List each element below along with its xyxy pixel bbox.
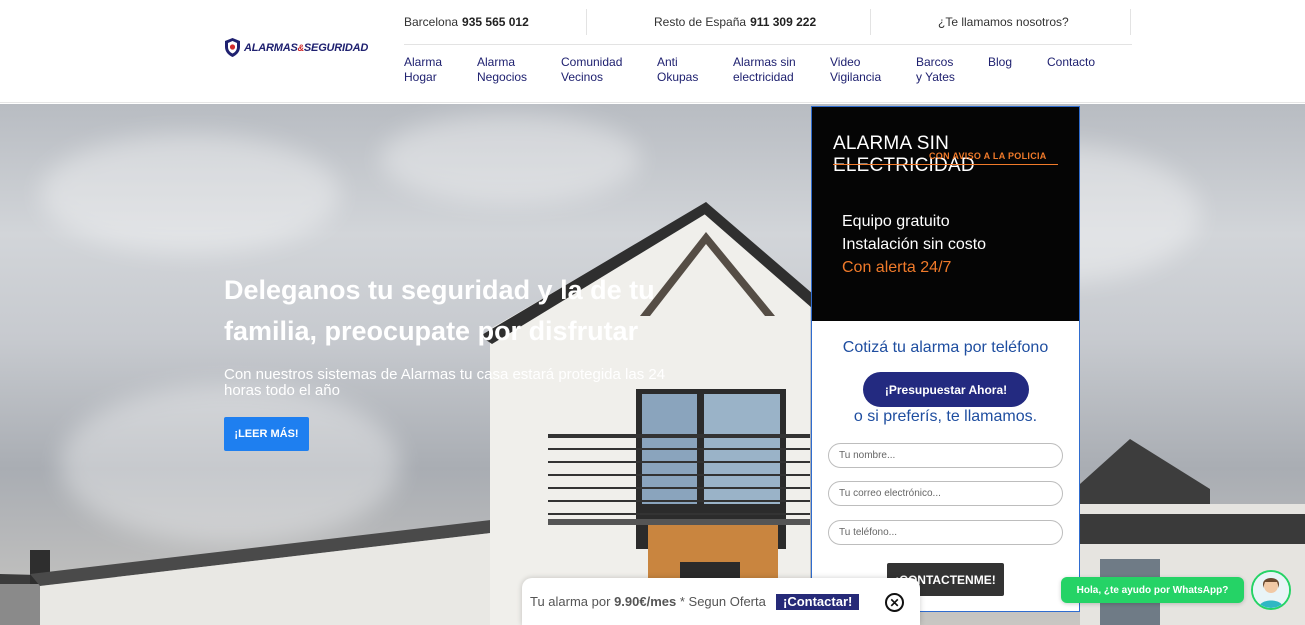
offer-text: Tu alarma por 9.90€/mes * Segun Oferta	[530, 594, 766, 609]
site-header: ALARMAS&SEGURIDAD Barcelona 935 565 012 R…	[0, 0, 1305, 103]
nav-barcos-yates[interactable]: Barcos y Yates	[916, 55, 955, 85]
close-icon[interactable]: ✕	[885, 593, 904, 612]
agent-avatar-icon	[1253, 572, 1289, 608]
quote-panel: ALARMA SIN ELECTRICIDAD CON AVISO A LA P…	[811, 106, 1080, 612]
main-nav: Alarma Hogar Alarma Negocios Comunidad Veci…	[0, 55, 1305, 89]
barcelona-phone[interactable]: Barcelona 935 565 012	[404, 9, 587, 35]
phone-field[interactable]	[828, 520, 1063, 545]
nav-anti-okupas[interactable]: Anti Okupas	[657, 55, 698, 85]
promo-banner: ALARMA SIN ELECTRICIDAD CON AVISO A LA P…	[812, 107, 1079, 321]
nav-alarmas-sin-electricidad[interactable]: Alarmas sin electricidad	[733, 55, 796, 85]
spain-phone[interactable]: Resto de España 911 309 222	[587, 9, 871, 35]
banner-divider	[833, 164, 1058, 165]
offer-contact-button[interactable]: ¡Contactar!	[776, 594, 860, 610]
callback-link[interactable]: ¿Te llamamos nosotros?	[871, 9, 1131, 35]
contact-topbar: Barcelona 935 565 012 Resto de España 911 …	[404, 0, 1132, 45]
hero-section: Deleganos tu seguridad y la de tu famili…	[0, 104, 1305, 625]
read-more-button[interactable]: ¡LEER MÁS!	[224, 417, 309, 451]
nav-contacto[interactable]: Contacto	[1047, 55, 1095, 70]
banner-line-3: Con alerta 24/7	[842, 259, 952, 276]
hero-subtitle: Con nuestros sistemas de Alarmas tu casa…	[224, 366, 666, 399]
offer-bar: Tu alarma por 9.90€/mes * Segun Oferta ¡…	[522, 578, 920, 625]
budget-now-button[interactable]: ¡Presupuestar Ahora!	[863, 372, 1029, 407]
email-field[interactable]	[828, 481, 1063, 506]
logo-wordmark: ALARMAS&SEGURIDAD	[244, 41, 369, 54]
banner-subtitle: CON AVISO A LA POLICIA	[929, 151, 1047, 161]
name-field[interactable]	[828, 443, 1063, 468]
house-illustration	[0, 202, 1305, 625]
nav-alarma-hogar[interactable]: Alarma Hogar	[404, 55, 442, 85]
support-avatar[interactable]	[1251, 570, 1291, 610]
banner-line-2: Instalación sin costo	[842, 236, 987, 253]
callback-text: o si preferís, te llamamos.	[853, 408, 1038, 425]
nav-video-vigilancia[interactable]: Video Vigilancia	[830, 55, 881, 85]
nav-alarma-negocios[interactable]: Alarma Negocios	[477, 55, 527, 85]
hero-title: Deleganos tu seguridad y la de tu famili…	[224, 275, 655, 346]
banner-line-1: Equipo gratuito	[842, 213, 950, 230]
whatsapp-bubble[interactable]: Hola, ¿te ayudo por WhatsApp?	[1061, 577, 1244, 603]
nav-comunidad-vecinos[interactable]: Comunidad Vecinos	[561, 55, 622, 85]
nav-blog[interactable]: Blog	[988, 55, 1012, 70]
quote-heading: Cotizá tu alarma por teléfono	[842, 339, 1049, 356]
